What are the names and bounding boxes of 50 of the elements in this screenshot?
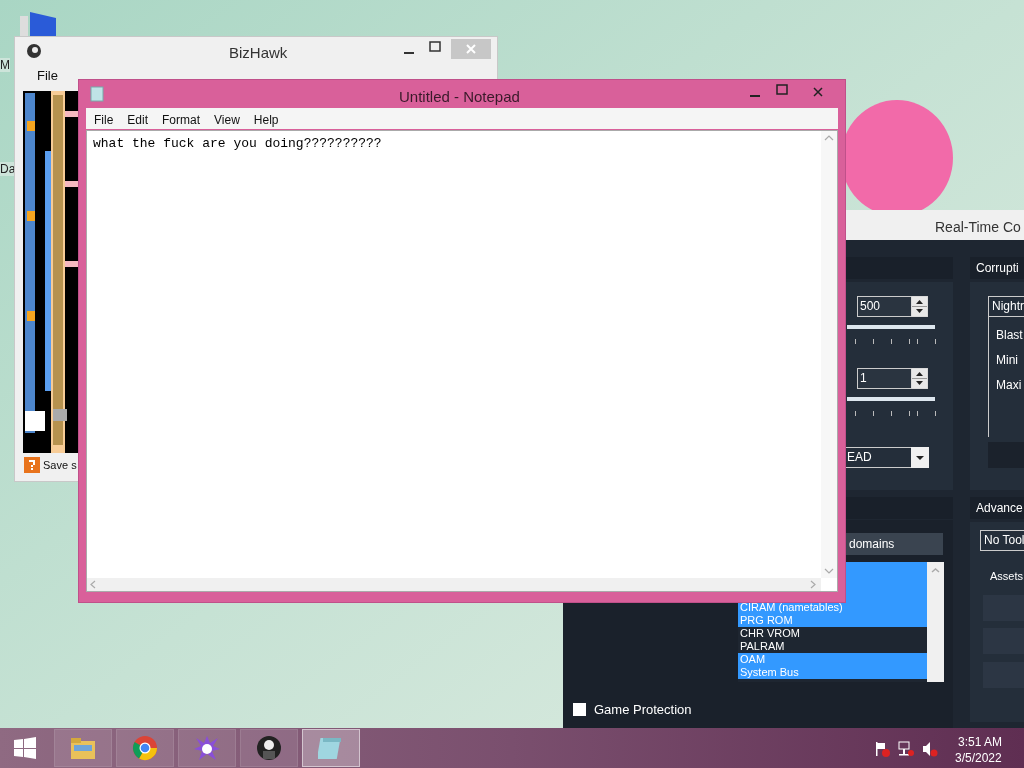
clock-time[interactable]: 3:51 AM bbox=[958, 733, 1003, 751]
menu-item[interactable]: Edit bbox=[127, 111, 149, 129]
clock-date[interactable]: 3/5/2022 bbox=[955, 749, 1002, 767]
field-label: Mini bbox=[996, 353, 1019, 368]
network-icon[interactable] bbox=[898, 741, 914, 757]
tool-dropdown[interactable]: No Tool bbox=[980, 530, 1024, 551]
app-icon bbox=[26, 43, 42, 59]
maximize-button[interactable] bbox=[776, 84, 788, 96]
list-item[interactable]: PALRAM bbox=[738, 640, 927, 653]
window-title: Real-Time Co bbox=[935, 218, 1021, 237]
section-header: Advance bbox=[970, 497, 1024, 519]
domains-bar: domains bbox=[845, 533, 943, 555]
checkbox[interactable] bbox=[573, 703, 586, 717]
spinner-buttons[interactable] bbox=[911, 296, 928, 317]
slider-track[interactable] bbox=[847, 397, 935, 401]
speaker-icon[interactable] bbox=[922, 741, 938, 757]
notepad-icon bbox=[90, 86, 104, 102]
folder-icon[interactable] bbox=[70, 735, 96, 761]
field-label: Blast bbox=[996, 328, 1023, 343]
flag-icon[interactable] bbox=[874, 741, 890, 757]
maximize-button[interactable] bbox=[429, 41, 441, 53]
menu-item[interactable]: View bbox=[214, 111, 240, 129]
figure-icon[interactable] bbox=[256, 735, 282, 761]
menu-item[interactable]: Help bbox=[253, 111, 279, 129]
spiky-icon[interactable] bbox=[194, 735, 220, 761]
menu-item[interactable]: File bbox=[37, 66, 58, 86]
round-logo-icon[interactable] bbox=[132, 735, 158, 761]
assets-label: Assets bbox=[990, 569, 1023, 584]
section-header: Corrupti bbox=[970, 257, 1024, 279]
icon-label[interactable]: M bbox=[0, 58, 10, 72]
number-field[interactable]: 500 bbox=[857, 296, 911, 317]
engine-dropdown[interactable]: Nightr bbox=[988, 296, 1024, 317]
slider-track[interactable] bbox=[847, 325, 935, 329]
dropdown[interactable]: EAD bbox=[845, 447, 911, 468]
window-title: Untitled - Notepad bbox=[399, 87, 520, 107]
spinner-buttons[interactable] bbox=[911, 368, 928, 389]
document-text: what the fuck are you doing?????????? bbox=[93, 135, 382, 153]
window-title: BizHawk bbox=[229, 43, 288, 63]
number-field[interactable]: 1 bbox=[857, 368, 911, 389]
field-label: Maxi bbox=[996, 378, 1023, 393]
scrollbar[interactable] bbox=[87, 578, 821, 591]
status-text: Save s bbox=[43, 458, 77, 473]
checkbox-label: Game Protection bbox=[594, 701, 692, 719]
scrollbar[interactable] bbox=[821, 131, 837, 578]
scrollbar[interactable] bbox=[927, 562, 944, 682]
list-item[interactable]: CHR VROM bbox=[738, 627, 927, 640]
menu-item[interactable]: Format bbox=[162, 111, 201, 129]
start-button[interactable] bbox=[12, 735, 38, 761]
menu-item[interactable]: File bbox=[94, 111, 114, 129]
question-block-icon bbox=[24, 457, 40, 474]
